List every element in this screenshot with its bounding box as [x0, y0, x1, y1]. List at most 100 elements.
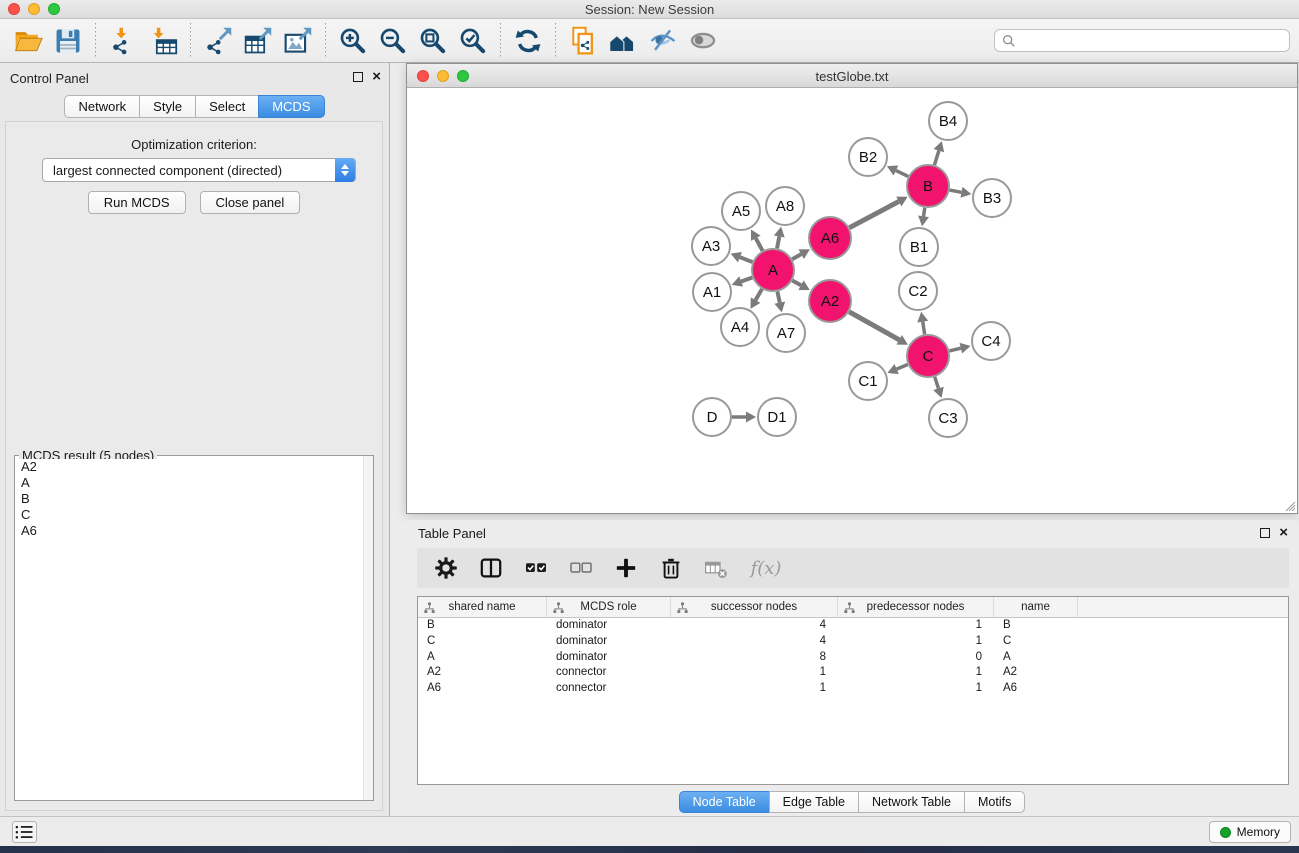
result-item-c[interactable]: C	[16, 507, 362, 523]
close-panel-button[interactable]: Close panel	[200, 191, 301, 214]
first-neighbors-button[interactable]	[603, 22, 643, 60]
export-network-button[interactable]	[198, 22, 238, 60]
zoom-out-button[interactable]	[373, 22, 413, 60]
graph-edge-A-A3[interactable]	[731, 252, 753, 262]
export-table-button[interactable]	[238, 22, 278, 60]
result-scrollbar[interactable]	[363, 456, 373, 800]
hide-selected-button[interactable]	[643, 22, 683, 60]
graph-node-C[interactable]: C	[907, 335, 949, 377]
cell-name[interactable]: C	[994, 634, 1078, 650]
open-session-button[interactable]	[8, 22, 48, 60]
show-all-button[interactable]	[683, 22, 723, 60]
tab-mcds[interactable]: MCDS	[258, 95, 324, 118]
column-header-MCDS-role[interactable]: MCDS role	[547, 597, 671, 617]
graph-edge-B-B4[interactable]	[934, 141, 945, 165]
graph-node-A6[interactable]: A6	[809, 217, 851, 259]
graph-node-B3[interactable]: B3	[973, 179, 1011, 217]
tab-select[interactable]: Select	[195, 95, 259, 118]
graph-edge-A6-B[interactable]	[849, 197, 907, 228]
float-table-panel-icon[interactable]	[1260, 528, 1270, 538]
graph-edge-A-A8[interactable]	[774, 227, 785, 249]
graph-node-B4[interactable]: B4	[929, 102, 967, 140]
cell-MCDS-role[interactable]: connector	[547, 681, 671, 697]
graph-edge-A2-C[interactable]	[849, 312, 908, 345]
graph-node-C3[interactable]: C3	[929, 399, 967, 437]
graph-edge-C-C2[interactable]	[917, 312, 928, 335]
cell-name[interactable]: B	[994, 618, 1078, 634]
graph-node-A8[interactable]: A8	[766, 187, 804, 225]
cell-successor-nodes[interactable]: 4	[671, 618, 838, 634]
graph-node-C2[interactable]: C2	[899, 272, 937, 310]
criterion-dropdown[interactable]: largest connected component (directed)	[42, 158, 356, 182]
result-item-a2[interactable]: A2	[16, 459, 362, 475]
import-table-button[interactable]	[143, 22, 183, 60]
cell-MCDS-role[interactable]: dominator	[547, 634, 671, 650]
cell-MCDS-role[interactable]: dominator	[547, 650, 671, 666]
cell-predecessor-nodes[interactable]: 1	[838, 634, 994, 650]
table-row-a[interactable]: Adominator80A	[418, 650, 1288, 666]
cell-successor-nodes[interactable]: 1	[671, 665, 838, 681]
cell-successor-nodes[interactable]: 8	[671, 650, 838, 666]
graph-node-B2[interactable]: B2	[849, 138, 887, 176]
import-network-button[interactable]	[103, 22, 143, 60]
table-row-a6[interactable]: A6connector11A6	[418, 681, 1288, 697]
select-all-button[interactable]	[521, 553, 551, 583]
graph-edge-A-A6[interactable]	[792, 249, 810, 259]
result-item-a[interactable]: A	[16, 475, 362, 491]
column-header-successor-nodes[interactable]: successor nodes	[671, 597, 838, 617]
graph-node-D[interactable]: D	[693, 398, 731, 436]
graph-edge-A-A2[interactable]	[792, 280, 809, 290]
graph-node-B[interactable]: B	[907, 165, 949, 207]
graph-node-A7[interactable]: A7	[767, 314, 805, 352]
network-canvas[interactable]: B4B2BB3A8A5A6A3B1AA1C2A2A4A7C4CC1DD1C3	[407, 88, 1297, 513]
graph-edge-A-A4[interactable]	[751, 289, 762, 309]
graph-node-C1[interactable]: C1	[849, 362, 887, 400]
delete-columns-button[interactable]	[656, 553, 686, 583]
table-settings-button[interactable]	[431, 553, 461, 583]
result-item-b[interactable]: B	[16, 491, 362, 507]
tab-motifs[interactable]: Motifs	[964, 791, 1025, 813]
graph-edge-D-D1[interactable]	[732, 412, 756, 423]
search-input[interactable]	[1021, 31, 1285, 50]
graph-edge-C-C3[interactable]	[933, 377, 943, 398]
cell-name[interactable]: A6	[994, 681, 1078, 697]
cell-name[interactable]: A	[994, 650, 1078, 666]
graph-edge-A-A5[interactable]	[751, 229, 763, 250]
graph-node-A[interactable]: A	[752, 249, 794, 291]
export-image-button[interactable]	[278, 22, 318, 60]
zoom-fit-button[interactable]	[413, 22, 453, 60]
cell-name[interactable]: A2	[994, 665, 1078, 681]
cell-successor-nodes[interactable]: 4	[671, 634, 838, 650]
zoom-selected-button[interactable]	[453, 22, 493, 60]
graph-node-A5[interactable]: A5	[722, 192, 760, 230]
cell-shared-name[interactable]: C	[418, 634, 547, 650]
deselect-all-button[interactable]	[566, 553, 596, 583]
graph-edge-A-A1[interactable]	[732, 276, 753, 286]
cell-shared-name[interactable]: A6	[418, 681, 547, 697]
task-history-button[interactable]	[12, 821, 37, 843]
table-row-c[interactable]: Cdominator41C	[418, 634, 1288, 650]
cell-successor-nodes[interactable]: 1	[671, 681, 838, 697]
graph-node-C4[interactable]: C4	[972, 322, 1010, 360]
create-column-button[interactable]	[611, 553, 641, 583]
column-header-shared-name[interactable]: shared name	[418, 597, 547, 617]
tab-edge-table[interactable]: Edge Table	[769, 791, 859, 813]
cell-MCDS-role[interactable]: connector	[547, 665, 671, 681]
show-columns-button[interactable]	[476, 553, 506, 583]
cell-shared-name[interactable]: A	[418, 650, 547, 666]
refresh-button[interactable]	[508, 22, 548, 60]
graph-node-A2[interactable]: A2	[809, 280, 851, 322]
save-session-button[interactable]	[48, 22, 88, 60]
graph-node-A4[interactable]: A4	[721, 308, 759, 346]
cell-predecessor-nodes[interactable]: 1	[838, 618, 994, 634]
column-header-name[interactable]: name	[994, 597, 1078, 617]
cell-predecessor-nodes[interactable]: 0	[838, 650, 994, 666]
graph-edge-B-B2[interactable]	[887, 166, 908, 177]
resize-grip-icon[interactable]	[1283, 499, 1296, 512]
column-header-predecessor-nodes[interactable]: predecessor nodes	[838, 597, 994, 617]
graph-node-D1[interactable]: D1	[758, 398, 796, 436]
cell-predecessor-nodes[interactable]: 1	[838, 665, 994, 681]
cell-shared-name[interactable]: A2	[418, 665, 547, 681]
graph-edge-B-B3[interactable]	[950, 187, 972, 198]
graph-node-A1[interactable]: A1	[693, 273, 731, 311]
